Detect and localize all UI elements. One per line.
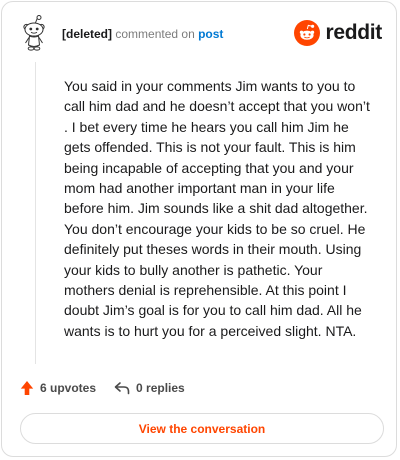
thread-line[interactable] <box>35 62 36 364</box>
reddit-logo[interactable]: reddit <box>294 20 382 46</box>
reply-count: 0 replies <box>136 381 185 395</box>
reply-button[interactable]: 0 replies <box>114 381 185 395</box>
upvote-count: 6 upvotes <box>40 381 97 395</box>
comment-actions: 6 upvotes 0 replies <box>20 378 185 398</box>
comment-meta: [deleted] commented on post <box>62 26 223 42</box>
username[interactable]: [deleted] <box>62 27 112 41</box>
comment-card: [deleted] commented on post reddit You s… <box>1 1 397 457</box>
reddit-logo-icon <box>294 20 321 46</box>
upvote-button[interactable]: 6 upvotes <box>20 380 96 396</box>
reddit-wordmark: reddit <box>325 21 382 44</box>
comment-body: You said in your comments Jim wants to y… <box>64 78 370 339</box>
snoo-avatar-icon[interactable] <box>21 15 47 53</box>
view-conversation-button[interactable]: View the conversation <box>20 413 384 444</box>
post-link[interactable]: post <box>198 27 223 41</box>
comment-header: [deleted] commented on post reddit <box>2 2 396 62</box>
action-text: commented on <box>115 27 195 41</box>
reply-arrow-icon <box>114 382 130 395</box>
upvote-arrow-icon <box>20 381 34 395</box>
